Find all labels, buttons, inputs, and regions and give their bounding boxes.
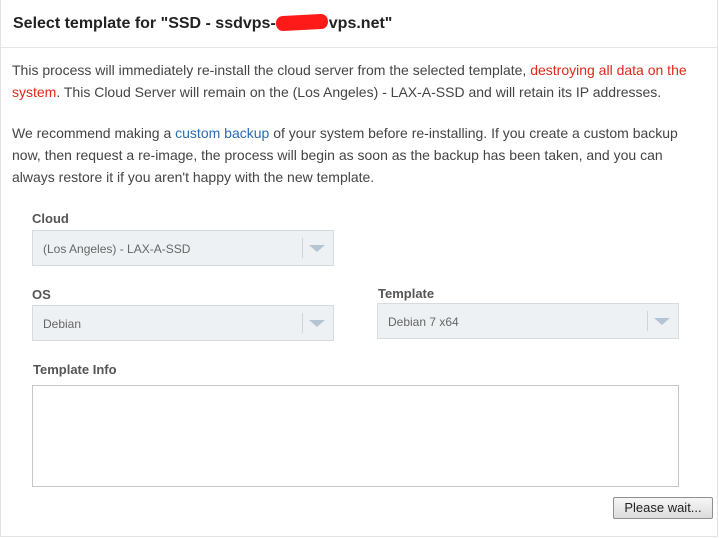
chevron-down-icon bbox=[309, 245, 325, 252]
template-label: Template bbox=[378, 286, 435, 301]
cloud-label: Cloud bbox=[32, 211, 69, 226]
chevron-down-icon bbox=[309, 320, 325, 327]
please-wait-button[interactable]: Please wait... bbox=[613, 497, 713, 519]
custom-backup-link[interactable]: custom backup bbox=[175, 125, 269, 141]
title-suffix: vps.net" bbox=[328, 15, 393, 32]
os-select-value: Debian bbox=[43, 317, 82, 331]
cloud-select[interactable]: (Los Angeles) - LAX-A-SSD bbox=[32, 230, 334, 266]
backup-paragraph: We recommend making a custom backup of y… bbox=[12, 122, 708, 188]
template-info-label: Template Info bbox=[33, 362, 117, 377]
select-separator bbox=[647, 311, 648, 331]
template-select-value: Debian 7 x64 bbox=[388, 315, 459, 329]
os-select[interactable]: Debian bbox=[32, 305, 334, 341]
cloud-select-value: (Los Angeles) - LAX-A-SSD bbox=[43, 242, 191, 256]
warning-text-after: . This Cloud Server will remain on the (… bbox=[56, 84, 662, 100]
os-label: OS bbox=[32, 287, 51, 302]
select-separator bbox=[302, 313, 303, 333]
backup-text-before: We recommend making a bbox=[12, 125, 176, 141]
select-separator bbox=[302, 238, 303, 258]
template-info-textarea[interactable] bbox=[32, 385, 679, 487]
dialog-title: Select template for "SSD - ssdvps-vps.ne… bbox=[13, 13, 393, 33]
template-select[interactable]: Debian 7 x64 bbox=[377, 303, 679, 339]
warning-paragraph: This process will immediately re-install… bbox=[12, 59, 708, 103]
chevron-down-icon bbox=[654, 318, 670, 325]
title-prefix: Select template for "SSD - ssdvps- bbox=[13, 15, 276, 32]
redaction-mark bbox=[275, 13, 329, 32]
warning-text-before: This process will immediately re-install… bbox=[12, 62, 531, 78]
dialog-header: Select template for "SSD - ssdvps-vps.ne… bbox=[1, 0, 717, 48]
